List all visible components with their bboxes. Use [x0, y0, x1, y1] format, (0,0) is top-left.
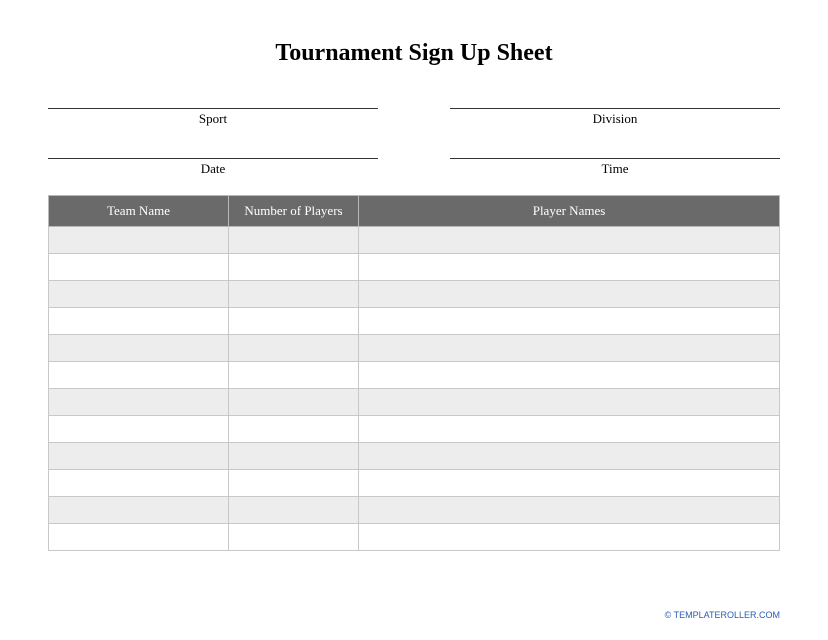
header-players: Player Names [359, 196, 780, 227]
cell-team[interactable] [49, 524, 229, 551]
cell-team[interactable] [49, 308, 229, 335]
field-time: Time [450, 145, 780, 177]
cell-team[interactable] [49, 389, 229, 416]
label-time: Time [602, 161, 629, 177]
field-date: Date [48, 145, 378, 177]
cell-team[interactable] [49, 443, 229, 470]
cell-num[interactable] [229, 254, 359, 281]
cell-team[interactable] [49, 416, 229, 443]
cell-team[interactable] [49, 335, 229, 362]
cell-num[interactable] [229, 389, 359, 416]
header-num: Number of Players [229, 196, 359, 227]
input-line-date[interactable] [48, 145, 378, 159]
table-row [49, 443, 780, 470]
cell-team[interactable] [49, 227, 229, 254]
cell-team[interactable] [49, 254, 229, 281]
input-line-time[interactable] [450, 145, 780, 159]
cell-team[interactable] [49, 362, 229, 389]
page-title: Tournament Sign Up Sheet [48, 40, 780, 67]
table-header-row: Team Name Number of Players Player Names [49, 196, 780, 227]
cell-num[interactable] [229, 524, 359, 551]
table-row [49, 227, 780, 254]
cell-players[interactable] [359, 389, 780, 416]
cell-num[interactable] [229, 308, 359, 335]
cell-num[interactable] [229, 470, 359, 497]
cell-players[interactable] [359, 308, 780, 335]
cell-num[interactable] [229, 443, 359, 470]
cell-players[interactable] [359, 227, 780, 254]
cell-num[interactable] [229, 416, 359, 443]
cell-team[interactable] [49, 281, 229, 308]
info-row-2: Date Time [48, 145, 780, 177]
table-row [49, 416, 780, 443]
cell-team[interactable] [49, 497, 229, 524]
cell-players[interactable] [359, 362, 780, 389]
input-line-division[interactable] [450, 95, 780, 109]
table-row [49, 335, 780, 362]
cell-num[interactable] [229, 335, 359, 362]
cell-num[interactable] [229, 497, 359, 524]
cell-num[interactable] [229, 281, 359, 308]
label-sport: Sport [199, 111, 227, 127]
table-row [49, 362, 780, 389]
cell-num[interactable] [229, 362, 359, 389]
cell-team[interactable] [49, 470, 229, 497]
cell-players[interactable] [359, 281, 780, 308]
table-row [49, 470, 780, 497]
cell-players[interactable] [359, 416, 780, 443]
table-row [49, 497, 780, 524]
label-division: Division [593, 111, 638, 127]
table-row [49, 254, 780, 281]
label-date: Date [201, 161, 226, 177]
header-team: Team Name [49, 196, 229, 227]
field-division: Division [450, 95, 780, 127]
cell-players[interactable] [359, 335, 780, 362]
table-row [49, 281, 780, 308]
table-row [49, 389, 780, 416]
cell-players[interactable] [359, 254, 780, 281]
table-row [49, 308, 780, 335]
cell-players[interactable] [359, 497, 780, 524]
cell-num[interactable] [229, 227, 359, 254]
cell-players[interactable] [359, 524, 780, 551]
footer-credit: © TEMPLATEROLLER.COM [665, 610, 780, 620]
input-line-sport[interactable] [48, 95, 378, 109]
cell-players[interactable] [359, 470, 780, 497]
signup-sheet: Tournament Sign Up Sheet Sport Division … [0, 0, 828, 571]
table-row [49, 524, 780, 551]
field-sport: Sport [48, 95, 378, 127]
info-row-1: Sport Division [48, 95, 780, 127]
cell-players[interactable] [359, 443, 780, 470]
signup-table: Team Name Number of Players Player Names [48, 195, 780, 551]
